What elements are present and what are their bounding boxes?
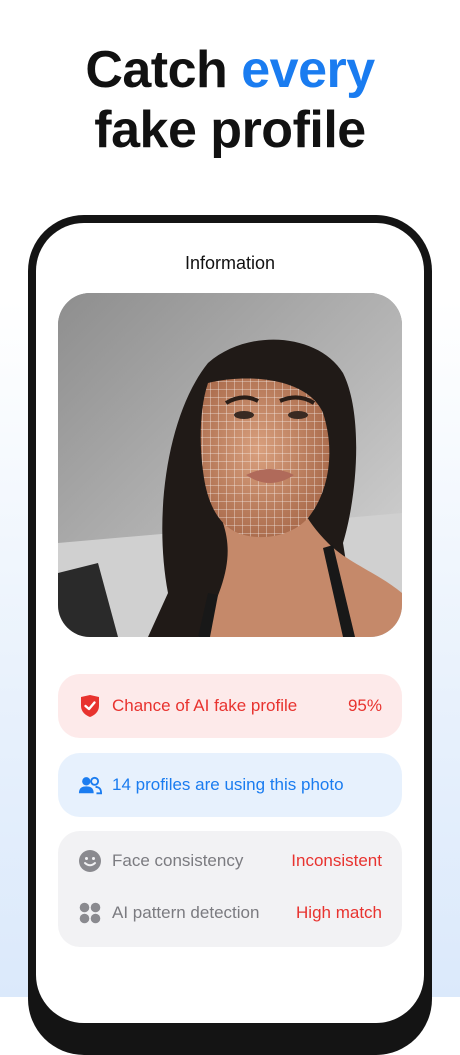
dots-grid-icon <box>78 901 102 925</box>
shield-check-icon <box>78 694 102 718</box>
check-value: Inconsistent <box>291 851 382 870</box>
ai-fake-chance-card[interactable]: Chance of AI fake profile 95% <box>58 674 402 738</box>
headline-accent: every <box>241 41 375 99</box>
headline-line-1: Catch every <box>0 40 460 100</box>
photo-illustration <box>58 293 402 637</box>
headline: Catch every fake profile <box>0 40 460 160</box>
ai-fake-chance-label: Chance of AI fake profile <box>112 696 298 715</box>
check-label: Face consistency <box>112 851 244 870</box>
profiles-using-photo-card[interactable]: 14 profiles are using this photo <box>58 753 402 817</box>
check-row: Face consistency Inconsistent <box>78 845 382 877</box>
profiles-using-photo-label: 14 profiles are using this photo <box>112 775 344 794</box>
check-label: AI pattern detection <box>112 903 260 922</box>
headline-plain: Catch <box>85 41 242 99</box>
analysis-checks-card: Face consistency Inconsistent AI pattern… <box>58 831 402 947</box>
phone-screen: Information Chance of AI fake profile 95… <box>36 223 424 1023</box>
check-value: High match <box>296 903 382 922</box>
ai-fake-chance-value: 95% <box>347 696 382 715</box>
screen-title: Information <box>184 253 276 273</box>
people-icon <box>78 773 102 797</box>
headline-line-2: fake profile <box>94 101 366 159</box>
check-row: AI pattern detection High match <box>78 897 382 929</box>
profile-photo[interactable] <box>58 293 402 637</box>
smiley-icon <box>78 849 102 873</box>
